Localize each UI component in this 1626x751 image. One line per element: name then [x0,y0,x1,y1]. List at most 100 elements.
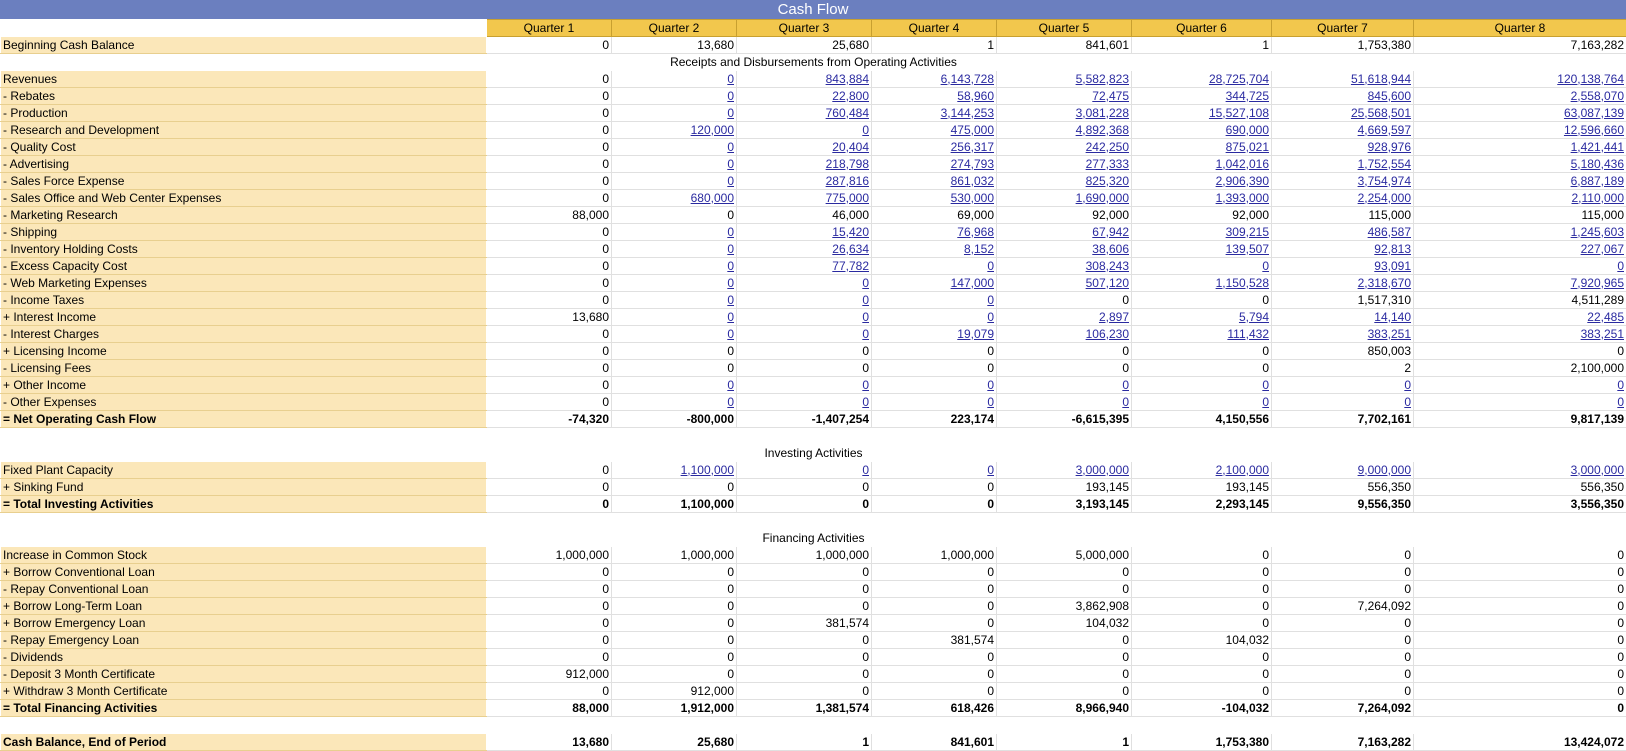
value-link[interactable]: 277,333 [1086,157,1129,171]
value-link[interactable]: 0 [727,225,734,239]
value-link[interactable]: 0 [1404,395,1411,409]
value-link[interactable]: 9,000,000 [1358,463,1411,477]
value-link[interactable]: 287,816 [826,174,869,188]
value-link[interactable]: 120,000 [691,123,734,137]
value-link[interactable]: 6,887,189 [1571,174,1624,188]
value-link[interactable]: 486,587 [1368,225,1411,239]
value-link[interactable]: 507,120 [1086,276,1129,290]
value-link[interactable]: 0 [862,327,869,341]
value-link[interactable]: 690,000 [1226,123,1269,137]
value-link[interactable]: 22,485 [1587,310,1624,324]
value-link[interactable]: 843,884 [826,72,869,86]
value-link[interactable]: 38,606 [1092,242,1129,256]
value-link[interactable]: 0 [727,259,734,273]
value-link[interactable]: 383,251 [1581,327,1624,341]
value-link[interactable]: 0 [1262,395,1269,409]
value-link[interactable]: 274,793 [951,157,994,171]
value-link[interactable]: 218,798 [826,157,869,171]
value-link[interactable]: 12,596,660 [1564,123,1624,137]
value-link[interactable]: 475,000 [951,123,994,137]
value-link[interactable]: 0 [1262,259,1269,273]
value-link[interactable]: 58,960 [957,89,994,103]
value-link[interactable]: 775,000 [826,191,869,205]
value-link[interactable]: 1,690,000 [1076,191,1129,205]
value-link[interactable]: 120,138,764 [1557,72,1624,86]
value-link[interactable]: 14,140 [1374,310,1411,324]
value-link[interactable]: 0 [727,242,734,256]
value-link[interactable]: 861,032 [951,174,994,188]
value-link[interactable]: 111,432 [1227,327,1269,341]
value-link[interactable]: 3,144,253 [941,106,994,120]
value-link[interactable]: 51,618,944 [1351,72,1411,86]
value-link[interactable]: 0 [727,310,734,324]
value-link[interactable]: 0 [862,395,869,409]
value-link[interactable]: 67,942 [1092,225,1129,239]
value-link[interactable]: 0 [727,378,734,392]
value-link[interactable]: 227,067 [1581,242,1624,256]
value-link[interactable]: 8,152 [964,242,994,256]
value-link[interactable]: 0 [862,276,869,290]
value-link[interactable]: 0 [862,378,869,392]
value-link[interactable]: 0 [727,395,734,409]
value-link[interactable]: 0 [727,89,734,103]
value-link[interactable]: 25,568,501 [1351,106,1411,120]
value-link[interactable]: 0 [987,378,994,392]
value-link[interactable]: 2,100,000 [1216,463,1269,477]
value-link[interactable]: 0 [1617,259,1624,273]
value-link[interactable]: 4,669,597 [1358,123,1411,137]
value-link[interactable]: 139,507 [1226,242,1269,256]
value-link[interactable]: 5,180,436 [1571,157,1624,171]
value-link[interactable]: 0 [727,327,734,341]
value-link[interactable]: 1,100,000 [681,463,734,477]
value-link[interactable]: 0 [1262,378,1269,392]
value-link[interactable]: 77,782 [832,259,869,273]
value-link[interactable]: 28,725,704 [1209,72,1269,86]
value-link[interactable]: 0 [727,174,734,188]
value-link[interactable]: 147,000 [951,276,994,290]
value-link[interactable]: 5,582,823 [1076,72,1129,86]
value-link[interactable]: 3,000,000 [1076,463,1129,477]
value-link[interactable]: 760,484 [826,106,869,120]
value-link[interactable]: 825,320 [1086,174,1129,188]
value-link[interactable]: 1,752,554 [1358,157,1411,171]
value-link[interactable]: 928,976 [1368,140,1411,154]
value-link[interactable]: 2,558,070 [1571,89,1624,103]
value-link[interactable]: 0 [1122,395,1129,409]
value-link[interactable]: 0 [727,276,734,290]
value-link[interactable]: 383,251 [1368,327,1411,341]
value-link[interactable]: 0 [987,463,994,477]
value-link[interactable]: 1,421,441 [1571,140,1624,154]
value-link[interactable]: 6,143,728 [941,72,994,86]
value-link[interactable]: 2,906,390 [1216,174,1269,188]
value-link[interactable]: 1,042,016 [1216,157,1269,171]
value-link[interactable]: 309,215 [1226,225,1269,239]
value-link[interactable]: 680,000 [691,191,734,205]
value-link[interactable]: 0 [862,463,869,477]
value-link[interactable]: 0 [727,72,734,86]
value-link[interactable]: 242,250 [1086,140,1129,154]
value-link[interactable]: 0 [987,259,994,273]
value-link[interactable]: 92,813 [1374,242,1411,256]
value-link[interactable]: 26,634 [832,242,869,256]
value-link[interactable]: 106,230 [1086,327,1129,341]
value-link[interactable]: 2,897 [1099,310,1129,324]
value-link[interactable]: 22,800 [832,89,869,103]
value-link[interactable]: 3,081,228 [1076,106,1129,120]
value-link[interactable]: 0 [1404,378,1411,392]
value-link[interactable]: 93,091 [1374,259,1411,273]
value-link[interactable]: 2,318,670 [1358,276,1411,290]
value-link[interactable]: 2,110,000 [1572,191,1625,205]
value-link[interactable]: 0 [862,123,869,137]
value-link[interactable]: 2,254,000 [1358,191,1411,205]
value-link[interactable]: 0 [727,157,734,171]
value-link[interactable]: 1,393,000 [1216,191,1269,205]
value-link[interactable]: 0 [727,293,734,307]
value-link[interactable]: 19,079 [957,327,994,341]
value-link[interactable]: 0 [1617,395,1624,409]
value-link[interactable]: 3,000,000 [1571,463,1624,477]
value-link[interactable]: 3,754,974 [1358,174,1411,188]
value-link[interactable]: 63,087,139 [1564,106,1624,120]
value-link[interactable]: 0 [727,106,734,120]
value-link[interactable]: 0 [987,395,994,409]
value-link[interactable]: 530,000 [951,191,994,205]
